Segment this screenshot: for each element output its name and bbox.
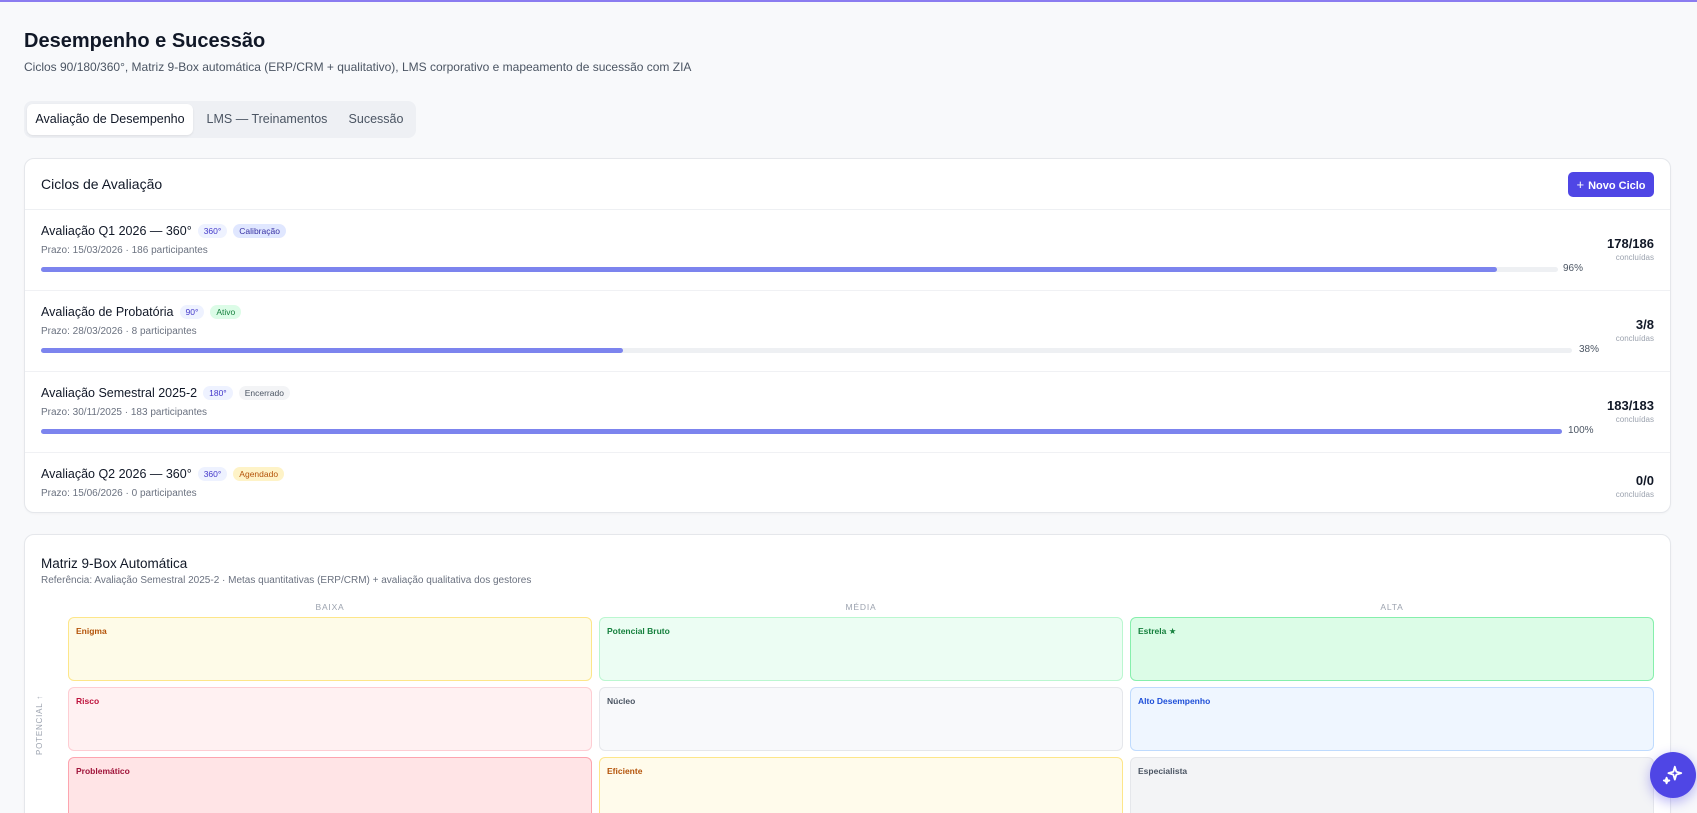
cycle-status-badge: Agendado xyxy=(233,467,285,481)
cycle-row[interactable]: Avaliação Q2 2026 — 360° 360° Agendado P… xyxy=(25,453,1670,512)
cycle-type-badge: 360° xyxy=(197,467,228,481)
progress-bar xyxy=(41,429,1562,434)
ninebox-cell-nucleo[interactable]: Núcleo xyxy=(599,687,1123,751)
cycle-meta: Prazo: 15/06/2026 · 0 participantes xyxy=(41,488,197,499)
tab-avaliacao-desempenho[interactable]: Avaliação de Desempenho xyxy=(27,104,193,135)
cycle-type-badge: 180° xyxy=(203,386,233,400)
progress-bar xyxy=(41,348,1572,353)
cycle-row[interactable]: Avaliação de Probatória 90° Ativo Prazo:… xyxy=(25,291,1670,372)
cycle-meta: Prazo: 30/11/2025 · 183 participantes xyxy=(41,407,208,418)
cycle-status-badge: Calibração xyxy=(233,224,286,238)
matrix-card: Matriz 9-Box Automática Referência: Aval… xyxy=(24,534,1671,813)
tab-lms-treinamentos[interactable]: LMS — Treinamentos xyxy=(196,104,338,135)
cycle-status-badge: Ativo xyxy=(210,305,242,319)
cycle-name: Avaliação de Probatória xyxy=(41,305,174,319)
ninebox-cell-potencial-bruto[interactable]: Potencial Bruto xyxy=(599,617,1123,681)
cycles-card-header: Ciclos de Avaliação + Novo Ciclo xyxy=(25,159,1670,210)
page-title: Desempenho e Sucessão xyxy=(24,30,266,52)
tab-sucessao[interactable]: Sucessão xyxy=(340,104,412,135)
matrix-reference: Referência: Avaliação Semestral 2025-2 ·… xyxy=(41,575,532,586)
progress-bar xyxy=(41,267,1558,272)
cycle-count: 0/0 xyxy=(1635,473,1654,488)
cycle-type-badge: 360° xyxy=(197,224,228,238)
cycle-count: 3/8 xyxy=(1635,317,1654,332)
ninebox-cell-enigma[interactable]: Enigma xyxy=(68,617,592,681)
column-label-alta: ALTA xyxy=(1380,602,1404,612)
top-accent-line xyxy=(0,0,1697,2)
cycle-count-label: concluídas xyxy=(1615,334,1654,343)
matrix-title: Matriz 9-Box Automática xyxy=(41,556,188,571)
column-label-baixa: BAIXA xyxy=(315,602,345,612)
ninebox-cell-risco[interactable]: Risco xyxy=(68,687,592,751)
ninebox-cell-problematico[interactable]: Problemático xyxy=(68,757,592,813)
ninebox-cell-especialista[interactable]: Especialista xyxy=(1130,757,1654,813)
cycle-name-line: Avaliação Semestral 2025-2 180° Encerrad… xyxy=(41,386,290,400)
plus-icon: + xyxy=(1576,177,1585,192)
cycle-count: 178/186 xyxy=(1607,236,1654,251)
cycle-meta: Prazo: 28/03/2026 · 8 participantes xyxy=(41,326,197,337)
ninebox-cell-estrela[interactable]: Estrela ★ xyxy=(1130,617,1654,681)
cycle-name-line: Avaliação de Probatória 90° Ativo xyxy=(41,305,242,319)
column-label-media: MÉDIA xyxy=(845,602,877,612)
progress-fill xyxy=(41,267,1498,272)
page-subtitle: Ciclos 90/180/360°, Matriz 9-Box automát… xyxy=(24,60,692,74)
cycle-name-line: Avaliação Q1 2026 — 360° 360° Calibração xyxy=(41,224,286,238)
tab-bar: Avaliação de Desempenho LMS — Treinament… xyxy=(24,101,416,138)
cycle-meta: Prazo: 15/03/2026 · 186 participantes xyxy=(41,245,208,256)
progress-fill xyxy=(41,348,623,353)
cycle-count: 183/183 xyxy=(1607,398,1654,413)
sparkles-icon xyxy=(1662,765,1683,785)
new-cycle-button[interactable]: + Novo Ciclo xyxy=(1568,172,1654,197)
cycle-row[interactable]: Avaliação Q1 2026 — 360° 360° Calibração… xyxy=(25,210,1670,291)
cycle-name: Avaliação Q1 2026 — 360° xyxy=(41,224,192,238)
cycle-count-label: concluídas xyxy=(1615,490,1654,499)
y-axis-label: POTENCIAL ↑ xyxy=(35,694,44,755)
new-cycle-button-label: Novo Ciclo xyxy=(1588,180,1646,192)
cycle-name-line: Avaliação Q2 2026 — 360° 360° Agendado xyxy=(41,467,285,481)
ninebox-cell-eficiente[interactable]: Eficiente xyxy=(599,757,1123,813)
ai-assistant-button[interactable] xyxy=(1650,752,1696,798)
cycle-status-badge: Encerrado xyxy=(238,386,290,400)
ninebox-cell-alto-desempenho[interactable]: Alto Desempenho xyxy=(1130,687,1654,751)
progress-percent: 100% xyxy=(1568,425,1594,436)
cycles-card: Ciclos de Avaliação + Novo Ciclo Avaliaçã… xyxy=(24,158,1671,513)
progress-percent: 96% xyxy=(1563,263,1584,274)
progress-fill xyxy=(41,429,1562,434)
cycles-card-title: Ciclos de Avaliação xyxy=(41,176,163,192)
cycle-count-label: concluídas xyxy=(1615,253,1654,262)
progress-percent: 38% xyxy=(1579,344,1600,355)
cycle-name: Avaliação Q2 2026 — 360° xyxy=(41,467,192,481)
cycle-type-badge: 90° xyxy=(179,305,205,319)
cycle-name: Avaliação Semestral 2025-2 xyxy=(41,386,198,400)
cycle-row[interactable]: Avaliação Semestral 2025-2 180° Encerrad… xyxy=(25,372,1670,453)
cycle-count-label: concluídas xyxy=(1615,415,1654,424)
